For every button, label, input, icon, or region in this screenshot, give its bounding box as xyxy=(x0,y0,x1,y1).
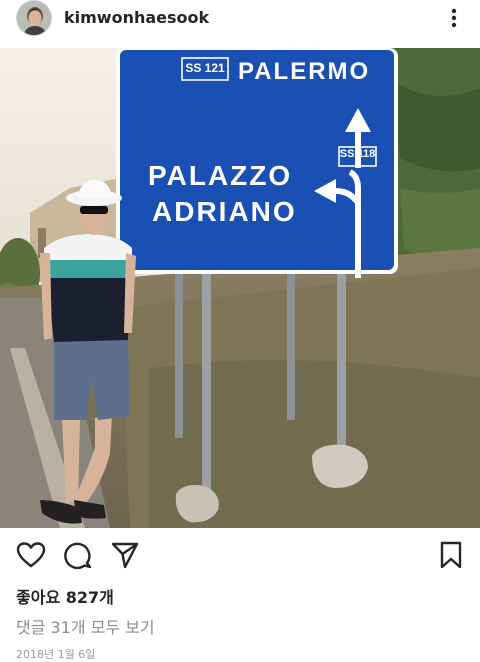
sign-destination-line1: PALAZZO xyxy=(148,160,293,191)
sign-pole xyxy=(175,268,183,438)
paper-plane-icon[interactable] xyxy=(110,540,140,570)
post-header: kimwonhaesook xyxy=(0,0,480,48)
sign-route-top: SS 121 xyxy=(185,61,225,75)
sign-destination-line2: ADRIANO xyxy=(152,196,297,227)
photo-scene xyxy=(0,48,480,528)
sign-pole xyxy=(337,258,346,446)
heart-icon[interactable] xyxy=(16,540,46,570)
bookmark-icon[interactable] xyxy=(436,540,466,570)
view-comments-link[interactable]: 댓글 31개 모두 보기 xyxy=(16,614,155,638)
avatar-icon xyxy=(17,1,51,35)
username[interactable]: kimwonhaesook xyxy=(64,8,209,27)
sign-pole xyxy=(202,270,211,492)
sign-route-right: SS 118 xyxy=(339,148,376,160)
action-bar xyxy=(0,528,480,580)
likes-count[interactable]: 좋아요 827개 xyxy=(16,584,114,608)
comment-icon[interactable] xyxy=(63,540,93,570)
sign-pole xyxy=(287,260,295,420)
sign-destination-top: PALERMO xyxy=(238,58,371,85)
post-date: 2018년 1월 6일 xyxy=(16,648,96,661)
avatar[interactable] xyxy=(16,0,52,36)
post-photo[interactable]: SS 121 PALERMO SS 118 PALAZZO ADRIANO xyxy=(0,48,480,528)
more-vertical-icon[interactable] xyxy=(440,4,468,32)
